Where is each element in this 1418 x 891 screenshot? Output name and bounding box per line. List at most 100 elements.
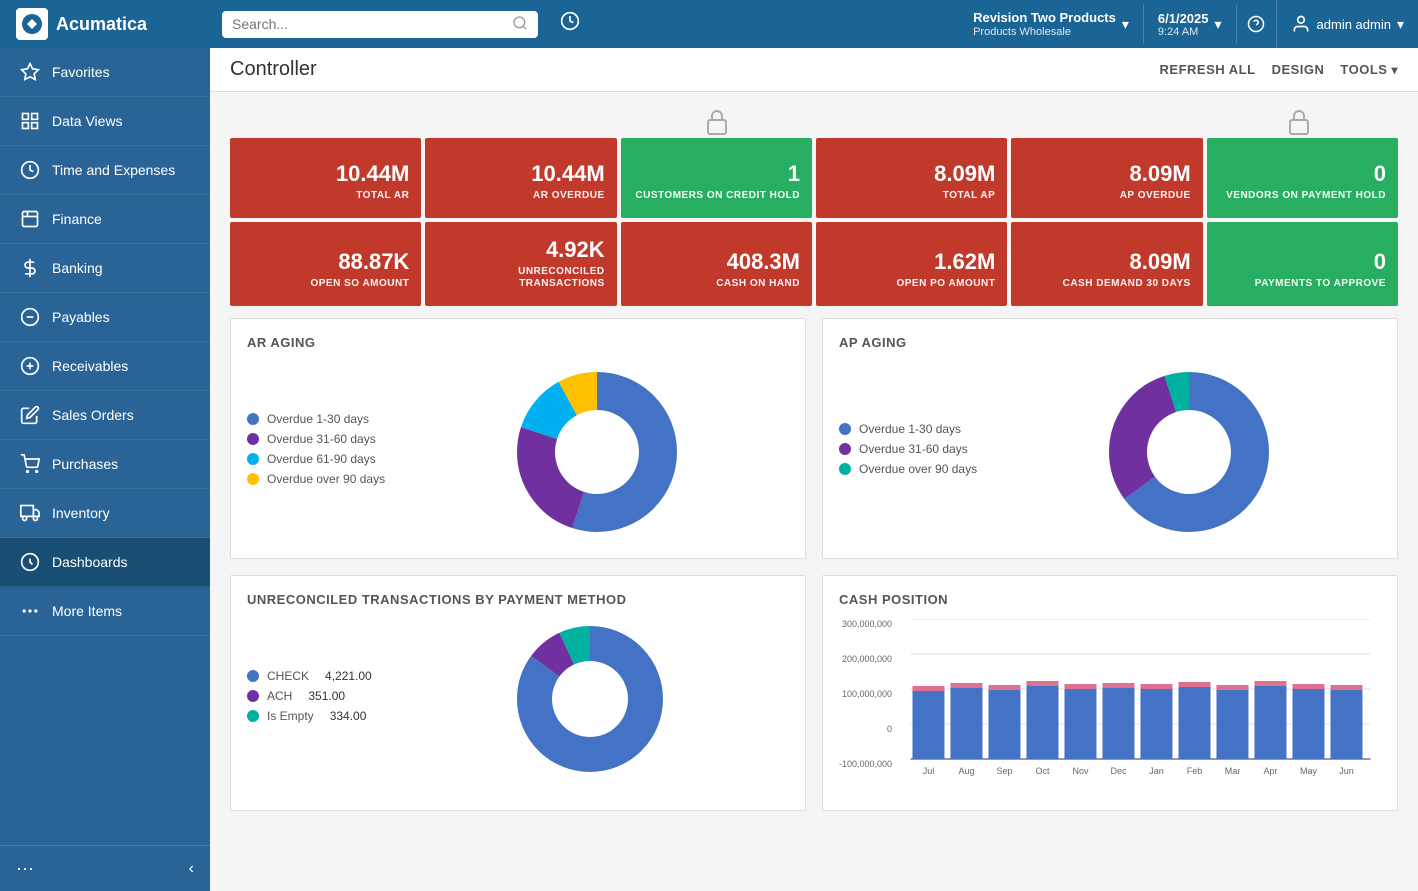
- ar-legend-1: Overdue 1-30 days: [247, 412, 385, 426]
- ap-legend-dot-2: [839, 443, 851, 455]
- content-area: Controller REFRESH ALL DESIGN TOOLS ▾: [210, 48, 1418, 891]
- ar-legend-label-2: Overdue 31-60 days: [267, 432, 376, 446]
- cash-position-title: CASH POSITION: [839, 592, 1381, 607]
- dashboard-content: 10.44M TOTAL AR 10.44M AR OVERDUE 1 CUST…: [210, 92, 1418, 827]
- sidebar-label-purchases: Purchases: [52, 456, 118, 472]
- unreconciled-legend: CHECK 4,221.00 ACH 351.00 Is Empty: [247, 669, 372, 729]
- sidebar-item-data-views[interactable]: Data Views: [0, 97, 210, 146]
- main-layout: Favorites Data Views Time and Expenses F…: [0, 48, 1418, 891]
- ap-legend-label-1: Overdue 1-30 days: [859, 422, 961, 436]
- company-sub: Products Wholesale: [973, 26, 1116, 38]
- metric-open-po-amount[interactable]: 1.62M OPEN PO AMOUNT: [816, 222, 1007, 306]
- search-input[interactable]: [232, 16, 506, 32]
- unrec-legend-dot-3: [247, 710, 259, 722]
- sidebar-item-receivables[interactable]: Receivables: [0, 342, 210, 391]
- sidebar-label-receivables: Receivables: [52, 358, 128, 374]
- metric-value-payments-to-approve: 0: [1219, 250, 1386, 274]
- ap-legend-label-2: Overdue 31-60 days: [859, 442, 968, 456]
- ap-legend-label-3: Overdue over 90 days: [859, 462, 977, 476]
- ap-aging-body: Overdue 1-30 days Overdue 31-60 days Ove…: [839, 362, 1381, 542]
- sidebar-bottom[interactable]: ··· ‹: [0, 845, 210, 891]
- user-area[interactable]: admin admin ▾: [1277, 14, 1418, 34]
- sidebar-label-inventory: Inventory: [52, 505, 110, 521]
- current-date: 6/1/2025: [1158, 11, 1209, 26]
- date-chevron: ▾: [1215, 16, 1222, 33]
- metric-cash-demand-30[interactable]: 8.09M CASH DEMAND 30 DAYS: [1011, 222, 1202, 306]
- ar-legend-dot-2: [247, 433, 259, 445]
- metric-vendors-payment-hold[interactable]: 0 VENDORS ON PAYMENT HOLD: [1207, 138, 1398, 218]
- refresh-all-button[interactable]: REFRESH ALL: [1160, 62, 1256, 77]
- y-label-2: 100,000,000: [842, 689, 892, 699]
- sidebar-item-inventory[interactable]: Inventory: [0, 489, 210, 538]
- metric-value-unreconciled-tx: 4.92K: [437, 238, 604, 262]
- metric-value-open-so-amount: 88.87K: [242, 250, 409, 274]
- ar-legend-2: Overdue 31-60 days: [247, 432, 385, 446]
- svg-text:May: May: [1300, 766, 1318, 776]
- unrec-legend-2: ACH 351.00: [247, 689, 372, 703]
- sidebar-label-banking: Banking: [52, 260, 103, 276]
- help-button[interactable]: [1237, 0, 1277, 48]
- logo-area: Acumatica: [0, 8, 210, 40]
- ap-aging-panel: AP AGING Overdue 1-30 days Overdue 31-60…: [822, 318, 1398, 559]
- unrec-legend-label-1: CHECK: [267, 669, 309, 683]
- sidebar-item-purchases[interactable]: Purchases: [0, 440, 210, 489]
- unreconciled-donut: [392, 619, 789, 779]
- cash-position-panel: CASH POSITION 300,000,000 200,000,000 10…: [822, 575, 1398, 811]
- ar-legend-label-4: Overdue over 90 days: [267, 472, 385, 486]
- app-name: Acumatica: [56, 14, 147, 35]
- ap-legend-2: Overdue 31-60 days: [839, 442, 977, 456]
- ap-legend-dot-1: [839, 423, 851, 435]
- svg-text:Sep: Sep: [997, 766, 1013, 776]
- sidebar-item-favorites[interactable]: Favorites: [0, 48, 210, 97]
- metrics-row-2: 88.87K OPEN SO AMOUNT 4.92K UNRECONCILED…: [230, 222, 1398, 306]
- sidebar-item-finance[interactable]: Finance: [0, 195, 210, 244]
- company-selector[interactable]: Revision Two Products Products Wholesale…: [959, 4, 1144, 44]
- ap-aging-donut: [997, 362, 1381, 542]
- metric-ap-overdue[interactable]: 8.09M AP OVERDUE: [1011, 138, 1202, 218]
- unrec-legend-1: CHECK 4,221.00: [247, 669, 372, 683]
- design-button[interactable]: DESIGN: [1272, 62, 1325, 77]
- tools-button[interactable]: TOOLS ▾: [1340, 62, 1398, 77]
- metric-label-customers-credit-hold: CUSTOMERS ON CREDIT HOLD: [633, 190, 800, 202]
- sidebar-item-dashboards[interactable]: Dashboards: [0, 538, 210, 587]
- ar-legend-dot-1: [247, 413, 259, 425]
- sidebar-label-favorites: Favorites: [52, 64, 110, 80]
- date-selector[interactable]: 6/1/2025 9:24 AM ▾: [1144, 5, 1237, 44]
- unrec-legend-label-3: Is Empty: [267, 709, 314, 723]
- metric-unreconciled-tx[interactable]: 4.92K UNRECONCILED TRANSACTIONS: [425, 222, 616, 306]
- search-button[interactable]: [512, 15, 528, 34]
- sidebar-item-time-expenses[interactable]: Time and Expenses: [0, 146, 210, 195]
- metric-total-ar[interactable]: 10.44M TOTAL AR: [230, 138, 421, 218]
- sidebar-item-banking[interactable]: Banking: [0, 244, 210, 293]
- svg-text:Dec: Dec: [1111, 766, 1128, 776]
- sidebar-collapse-button[interactable]: ‹: [189, 860, 194, 878]
- svg-text:Jun: Jun: [1339, 766, 1354, 776]
- ar-legend-3: Overdue 61-90 days: [247, 452, 385, 466]
- sidebar-item-more-items[interactable]: More Items: [0, 587, 210, 636]
- ap-aging-legend: Overdue 1-30 days Overdue 31-60 days Ove…: [839, 422, 977, 482]
- user-chevron: ▾: [1397, 16, 1404, 33]
- metric-value-ar-overdue: 10.44M: [437, 162, 604, 186]
- top-navigation: Acumatica Revision Two Products Products…: [0, 0, 1418, 48]
- ar-aging-legend: Overdue 1-30 days Overdue 31-60 days Ove…: [247, 412, 385, 492]
- sidebar-label-payables: Payables: [52, 309, 110, 325]
- bar-chart-container: Jul Aug Sep Oct Nov Dec Jan Feb Mar Apr: [900, 619, 1381, 794]
- search-box: [222, 11, 538, 38]
- sidebar-item-sales-orders[interactable]: Sales Orders: [0, 391, 210, 440]
- metric-cash-on-hand[interactable]: 408.3M CASH ON HAND: [621, 222, 812, 306]
- ar-legend-dot-3: [247, 453, 259, 465]
- metric-label-cash-demand-30: CASH DEMAND 30 DAYS: [1023, 278, 1190, 290]
- metric-payments-to-approve[interactable]: 0 PAYMENTS TO APPROVE: [1207, 222, 1398, 306]
- metric-ar-overdue[interactable]: 10.44M AR OVERDUE: [425, 138, 616, 218]
- ar-legend-label-3: Overdue 61-90 days: [267, 452, 376, 466]
- svg-text:Oct: Oct: [1036, 766, 1051, 776]
- metric-customers-credit-hold[interactable]: 1 CUSTOMERS ON CREDIT HOLD: [621, 138, 812, 218]
- svg-text:Apr: Apr: [1264, 766, 1278, 776]
- unreconciled-title: UNRECONCILED TRANSACTIONS BY PAYMENT MET…: [247, 592, 789, 607]
- history-button[interactable]: [550, 11, 590, 37]
- ap-legend-3: Overdue over 90 days: [839, 462, 977, 476]
- metric-open-so-amount[interactable]: 88.87K OPEN SO AMOUNT: [230, 222, 421, 306]
- sidebar-item-payables[interactable]: Payables: [0, 293, 210, 342]
- ar-legend-dot-4: [247, 473, 259, 485]
- metric-total-ap[interactable]: 8.09M TOTAL AP: [816, 138, 1007, 218]
